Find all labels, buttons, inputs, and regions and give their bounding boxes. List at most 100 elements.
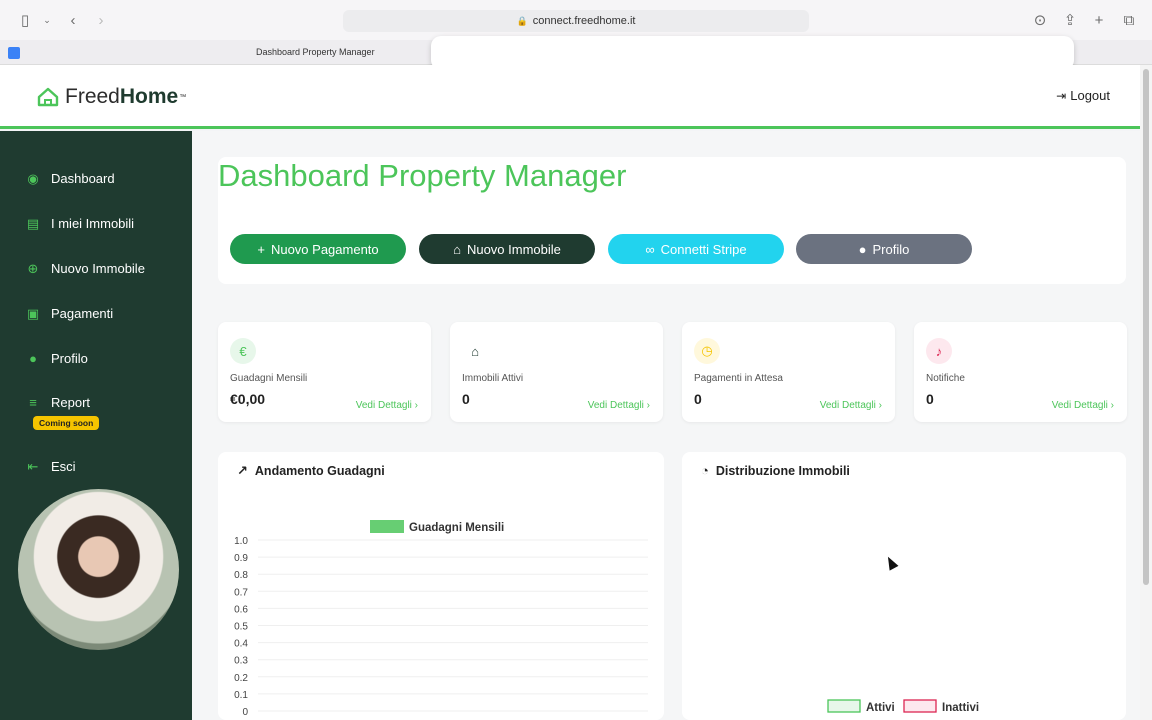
button-label: Nuovo Pagamento xyxy=(270,241,379,257)
y-tick-label: 0.4 xyxy=(234,639,248,650)
sidebar-item-label: Dashboard xyxy=(51,171,115,186)
logo-text-bold: Home xyxy=(119,85,179,108)
earnings-chart: 0 0.1 0.2 0.3 0.4 0.5 0.6 0.7 0.8 0.9 1.0 Guadagni … xyxy=(234,520,648,718)
back-icon[interactable]: ‹ xyxy=(64,11,82,29)
link-label: Vedi Dettagli xyxy=(355,400,412,411)
y-tick-label: 0.3 xyxy=(234,656,248,667)
stat-card-pagamenti: ◷ Pagamenti in Attesa 0 Vedi Dettagli › xyxy=(682,322,895,422)
page-scrollbar[interactable] xyxy=(1140,65,1152,720)
clock-icon: ◷ xyxy=(694,338,720,364)
tab-overview-icon[interactable]: ⧉ xyxy=(1120,11,1138,29)
scrollbar-thumb[interactable] xyxy=(1143,69,1149,585)
money-icon: ▣ xyxy=(26,305,40,321)
chart-icon: ≡ xyxy=(29,395,37,410)
address-bar-url: connect.freedhome.it xyxy=(532,15,636,27)
home-icon: ⌂ xyxy=(453,241,461,257)
stat-label: Guadagni Mensili xyxy=(230,373,308,384)
distribution-chart: Attivi Inattivi xyxy=(827,699,979,714)
sidebar-item-esci[interactable]: ⇤ Esci xyxy=(26,458,76,475)
sidebar-toggle-icon[interactable]: ▯ xyxy=(16,11,34,29)
button-label: Nuovo Immobile xyxy=(466,241,561,257)
sidebar-item-profilo[interactable]: ● Profilo xyxy=(26,351,88,366)
stat-label: Notifiche xyxy=(926,373,965,384)
vedi-dettagli-link[interactable]: Vedi Dettagli › xyxy=(356,400,418,411)
site-header: Freed Home ™ ⇥ Logout xyxy=(0,65,1140,129)
legend-label: Guadagni Mensili xyxy=(409,522,504,534)
sidebar-item-label: Report xyxy=(51,395,91,410)
lock-icon: 🔒 xyxy=(516,15,528,26)
sidebar-item-label: I miei Immobili xyxy=(51,216,135,231)
y-tick-label: 0.2 xyxy=(234,673,248,684)
sidebar-item-label: Esci xyxy=(51,459,76,474)
plus-icon: + xyxy=(257,241,265,257)
vedi-dettagli-link[interactable]: Vedi Dettagli › xyxy=(588,400,650,411)
link-icon: ∞ xyxy=(645,241,655,257)
new-tab-icon[interactable]: + xyxy=(1090,11,1108,29)
stat-card-guadagni: € Guadagni Mensili €0,00 Vedi Dettagli › xyxy=(218,322,431,422)
vedi-dettagli-link[interactable]: Vedi Dettagli › xyxy=(820,400,882,411)
y-tick-label: 0.5 xyxy=(234,622,248,633)
sidebar-item-dashboard[interactable]: ◉ Dashboard xyxy=(26,170,115,187)
logo-text-light: Freed xyxy=(65,85,120,108)
nuovo-pagamento-button[interactable]: + Nuovo Pagamento xyxy=(230,234,406,264)
stat-value: €0,00 xyxy=(230,391,266,407)
legend-swatch xyxy=(827,699,861,713)
sidebar-item-label: Nuovo Immobile xyxy=(51,261,145,276)
legend-swatch xyxy=(370,520,404,533)
stat-card-notifiche: ♪ Notifiche 0 Vedi Dettagli › xyxy=(914,322,1127,422)
legend-label: Attivi xyxy=(866,702,895,714)
sidebar-item-i-miei-immobili[interactable]: ▤ I miei Immobili xyxy=(26,215,135,232)
y-tick-label: 0.8 xyxy=(234,570,248,581)
stat-value: 0 xyxy=(926,391,934,407)
button-label: Connetti Stripe xyxy=(660,241,747,257)
address-bar[interactable]: 🔒 connect.freedhome.it xyxy=(343,10,809,32)
calendar-icon[interactable] xyxy=(8,47,20,59)
logout-label: Logout xyxy=(1070,88,1110,103)
share-icon[interactable]: ⇪ xyxy=(1061,11,1079,29)
forward-icon[interactable]: › xyxy=(92,11,110,29)
stat-label: Immobili Attivi xyxy=(462,373,524,384)
y-tick-label: 0.1 xyxy=(234,690,248,701)
user-icon: ● xyxy=(29,351,37,366)
logout-icon: ⇥ xyxy=(1056,88,1067,103)
sidebar-item-report[interactable]: ≡ Report xyxy=(26,395,90,410)
sidebar-item-nuovo-immobile[interactable]: ⊕ Nuovo Immobile xyxy=(26,261,145,277)
bell-icon: ♪ xyxy=(926,338,952,364)
stat-value: 0 xyxy=(462,391,470,407)
vedi-dettagli-link[interactable]: Vedi Dettagli › xyxy=(1052,400,1114,411)
sidebar-item-label: Pagamenti xyxy=(51,306,114,321)
nuovo-immobile-button[interactable]: ⌂ Nuovo Immobile xyxy=(419,234,595,264)
coming-soon-badge: Coming soon xyxy=(33,416,100,430)
distribution-chart-card: ◔ Distribuzione Immobili Attivi Inattivi xyxy=(682,452,1126,720)
profilo-button[interactable]: ● Profilo xyxy=(796,234,972,264)
home-icon: ⌂ xyxy=(462,338,488,364)
link-label: Vedi Dettagli xyxy=(587,400,644,411)
logo[interactable]: Freed Home ™ xyxy=(37,85,186,109)
y-tick-label: 1.0 xyxy=(234,536,248,547)
stat-value: 0 xyxy=(694,391,702,407)
palette-icon: ◉ xyxy=(27,170,39,186)
page-title: Dashboard Property Manager xyxy=(218,158,627,193)
building-icon: ▤ xyxy=(26,215,40,231)
y-tick-label: 0.7 xyxy=(234,587,248,598)
earnings-chart-card: ↗ Andamento Guadagni 0 0.1 0.2 0.3 0.4 0.5 0.6… xyxy=(218,452,664,720)
legend-label: Inattivi xyxy=(942,702,979,714)
stat-card-immobili: ⌂ Immobili Attivi 0 Vedi Dettagli › xyxy=(450,322,663,422)
logo-trademark: ™ xyxy=(179,93,187,101)
euro-icon: € xyxy=(230,338,256,364)
link-label: Vedi Dettagli xyxy=(1051,400,1108,411)
download-icon[interactable]: ⊙ xyxy=(1031,11,1049,29)
chevron-down-icon[interactable]: ⌄ xyxy=(38,11,56,29)
sidebar-item-pagamenti[interactable]: ▣ Pagamenti xyxy=(26,305,114,322)
tab-dashboard[interactable]: Dashboard Property Manager xyxy=(256,47,375,57)
link-label: Vedi Dettagli xyxy=(819,400,876,411)
connetti-stripe-button[interactable]: ∞ Connetti Stripe xyxy=(608,234,784,264)
button-label: Profilo xyxy=(872,241,910,257)
logout-button[interactable]: ⇥ Logout xyxy=(1056,88,1110,103)
browser-toolbar: ▯ ⌄ ‹ › 🔒 connect.freedhome.it ⊙ ⇪ + ⧉ xyxy=(0,0,1152,40)
webcam-overlay xyxy=(18,489,179,650)
exit-icon: ⇤ xyxy=(27,458,39,474)
y-tick-label: 0 xyxy=(242,707,248,718)
sidebar-item-label: Profilo xyxy=(51,351,88,366)
house-logo-icon xyxy=(37,87,59,107)
